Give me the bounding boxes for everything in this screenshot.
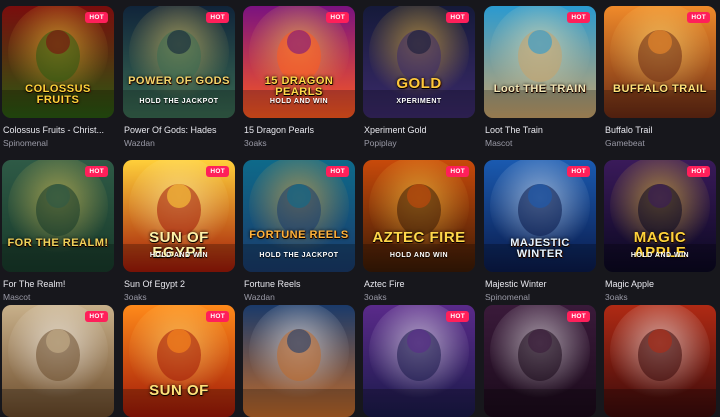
mariachi-thumbnail[interactable] — [604, 305, 716, 417]
game-tile[interactable]: AZTEC FIRE HOLD AND WIN HOT Aztec Fire 3oaks — [363, 160, 475, 302]
hot-badge: HOT — [85, 311, 108, 322]
game-tile[interactable]: GOLD XPERIMENT HOT Xperiment Gold Popiplay — [363, 6, 475, 148]
hot-badge: HOT — [206, 12, 229, 23]
hot-badge: HOT — [687, 12, 710, 23]
game-tile[interactable]: COLOSSUS FRUITS HOT Colossus Fruits - Chri… — [2, 6, 114, 148]
aztec-fire-thumbnail[interactable]: AZTEC FIRE HOLD AND WIN HOT — [363, 160, 475, 272]
game-name[interactable]: Fortune Reels — [244, 279, 356, 289]
game-tile[interactable]: SUN OF EGYPT HOLD AND WIN HOT Sun Of Egypt … — [123, 160, 235, 302]
game-tile[interactable]: FOR THE REALM! HOT For The Realm! Mascot — [2, 160, 114, 302]
fortune-reels-thumbnail[interactable]: FORTUNE REELS HOLD THE JACKPOT HOT — [243, 160, 355, 272]
wolf-thumbnail[interactable] — [243, 305, 355, 417]
loot-the-train-thumbnail[interactable]: Loot THE TRAIN HOT — [484, 6, 596, 118]
game-tile[interactable]: Loot THE TRAIN HOT Loot The Train Mascot — [484, 6, 596, 148]
game-name[interactable]: Magic Apple — [605, 279, 717, 289]
game-provider: 3oaks — [605, 292, 628, 302]
game-name[interactable]: Majestic Winter — [485, 279, 597, 289]
game-tile[interactable] — [604, 305, 716, 417]
hot-badge: HOT — [85, 166, 108, 177]
hot-badge: HOT — [326, 166, 349, 177]
game-tile[interactable]: MAJESTIC WINTER HOT Majestic Winter Spinome… — [484, 160, 596, 302]
game-name[interactable]: Aztec Fire — [364, 279, 476, 289]
wolf-woman-thumbnail[interactable]: HOT — [363, 305, 475, 417]
game-name[interactable]: Loot The Train — [485, 125, 597, 135]
hot-badge: HOT — [567, 311, 590, 322]
game-tile[interactable]: HOT — [2, 305, 114, 417]
game-tile[interactable]: POWER OF GODS HOLD THE JACKPOT HOT Power Of… — [123, 6, 235, 148]
hot-badge: HOT — [206, 166, 229, 177]
hot-badge: HOT — [446, 311, 469, 322]
colossus-fruits-thumbnail[interactable]: COLOSSUS FRUITS HOT — [2, 6, 114, 118]
hot-badge: HOT — [206, 311, 229, 322]
game-name[interactable]: Xperiment Gold — [364, 125, 476, 135]
hot-badge: HOT — [85, 12, 108, 23]
hot-badge: HOT — [687, 166, 710, 177]
game-provider: 3oaks — [124, 292, 147, 302]
game-provider: Popiplay — [364, 138, 397, 148]
game-tile[interactable] — [243, 305, 355, 417]
game-provider: Mascot — [3, 292, 31, 302]
for-the-realm-thumbnail[interactable]: FOR THE REALM! HOT — [2, 160, 114, 272]
hot-badge: HOT — [567, 12, 590, 23]
game-provider: Spinomenal — [485, 292, 530, 302]
game-name[interactable]: Sun Of Egypt 2 — [124, 279, 236, 289]
winged-hero-thumbnail[interactable]: HOT — [2, 305, 114, 417]
game-provider: Wazdan — [244, 292, 275, 302]
game-name[interactable]: Power Of Gods: Hades — [124, 125, 236, 135]
game-provider: Spinomenal — [3, 138, 48, 148]
magic-apple-thumbnail[interactable]: MAGIC APPLE HOLD AND WIN HOT — [604, 160, 716, 272]
game-tile[interactable]: BUFFALO TRAIL HOT Buffalo Trail Gamebeat — [604, 6, 716, 148]
game-tile[interactable]: HOT — [484, 305, 596, 417]
majestic-winter-thumbnail[interactable]: MAJESTIC WINTER HOT — [484, 160, 596, 272]
game-name[interactable]: 15 Dragon Pearls — [244, 125, 356, 135]
game-name[interactable]: For The Realm! — [3, 279, 115, 289]
hot-badge: HOT — [567, 166, 590, 177]
buffalo-trail-thumbnail[interactable]: BUFFALO TRAIL HOT — [604, 6, 716, 118]
game-name[interactable]: Buffalo Trail — [605, 125, 717, 135]
game-name[interactable]: Colossus Fruits - Christ... — [3, 125, 115, 135]
game-provider: Mascot — [485, 138, 513, 148]
game-provider: 3oaks — [244, 138, 267, 148]
hot-badge: HOT — [446, 12, 469, 23]
sun-of-thumbnail[interactable]: SUN OF HOT — [123, 305, 235, 417]
game-provider: 3oaks — [364, 292, 387, 302]
hot-badge: HOT — [326, 12, 349, 23]
game-provider: Wazdan — [124, 138, 155, 148]
xperiment-gold-thumbnail[interactable]: GOLD XPERIMENT HOT — [363, 6, 475, 118]
dragon-pearls-thumbnail[interactable]: 15 DRAGON PEARLS HOLD AND WIN HOT — [243, 6, 355, 118]
game-provider: Gamebeat — [605, 138, 645, 148]
power-of-gods-thumbnail[interactable]: POWER OF GODS HOLD THE JACKPOT HOT — [123, 6, 235, 118]
game-tile[interactable]: FORTUNE REELS HOLD THE JACKPOT HOT Fortune … — [243, 160, 355, 302]
game-tile[interactable]: 15 DRAGON PEARLS HOLD AND WIN HOT 15 Dragon… — [243, 6, 355, 148]
hot-badge: HOT — [446, 166, 469, 177]
game-tile[interactable]: MAGIC APPLE HOLD AND WIN HOT Magic Apple 3oa… — [604, 160, 716, 302]
sun-of-egypt-thumbnail[interactable]: SUN OF EGYPT HOLD AND WIN HOT — [123, 160, 235, 272]
game-tile[interactable]: HOT — [363, 305, 475, 417]
game-tile[interactable]: SUN OF HOT — [123, 305, 235, 417]
bandit-thumbnail[interactable]: HOT — [484, 305, 596, 417]
